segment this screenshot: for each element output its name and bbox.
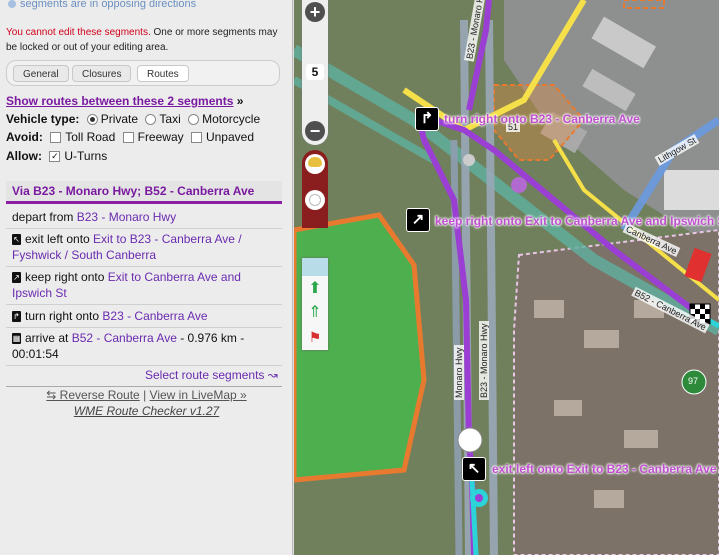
zoom-control: + 5 − [302,0,328,145]
route-step: ▦ arrive at B52 - Canberra Ave - 0.976 km… [6,327,282,366]
map-view[interactable]: Canberra Ave B52 - Canberra Ave B23 - Mo… [294,0,719,555]
route-links: ⇆ Reverse Route | View in LiveMap » [0,388,292,402]
checkbox-unpaved[interactable] [190,132,202,144]
radio-private[interactable] [86,114,98,126]
show-routes-suffix: » [233,94,244,108]
walking-people-icon[interactable]: ⚑ [305,328,325,346]
edit-warning-red: You cannot edit these segments. [6,27,151,38]
avoid-label: Avoid: [6,130,43,144]
radio-taxi-label: Taxi [159,112,181,126]
radio-private-label: Private [100,112,139,126]
tab-routes[interactable]: Routes [137,65,189,82]
step-text: turn right onto [25,309,103,323]
map-label-keep-right: keep right onto Exit to Canberra Ave and… [435,214,719,228]
vehicle-type-label: Vehicle type: [6,112,80,126]
reverse-route-link[interactable]: ⇆ Reverse Route [46,388,139,402]
radio-motorcycle-label: Motorcycle [202,112,261,126]
step-text: keep right onto [25,270,108,284]
show-routes-row: Show routes between these 2 segments » [6,94,243,108]
step-text: exit left onto [25,232,94,246]
step-link[interactable]: B52 - Canberra Ave [72,331,177,345]
zoom-out-button[interactable]: − [305,121,325,141]
checkbox-u-turns-label: U-Turns [64,149,108,163]
geolocate-icon[interactable] [305,190,325,210]
route-number-badge: 97 [688,376,699,386]
route-step: ↗ keep right onto Exit to Canberra Ave an… [6,266,282,305]
tab-general[interactable]: General [13,65,69,82]
step-link[interactable]: B23 - Monaro Hwy [77,210,176,224]
info-dot-icon [8,0,16,9]
route-step: ↱ turn right onto B23 - Canberra Ave [6,305,282,328]
step-text: arrive at [25,331,72,345]
direction-note: segments are in opposing directions [8,0,196,10]
select-route-segments-link[interactable]: Select route segments ↝ [145,368,278,382]
route-step: ↖ exit left onto Exit to B23 - Canberra A… [6,228,282,267]
zoom-level: 5 [306,64,324,80]
zoom-in-button[interactable]: + [305,2,325,22]
street-view-icon[interactable] [305,154,325,174]
divider [6,386,282,387]
allow-label: Allow: [6,149,42,163]
tab-bar: General Closures Routes [6,60,280,86]
arrow-up-icon[interactable]: ⬆ [305,280,325,298]
route-title[interactable]: Via B23 - Monaro Hwy; B52 - Canberra Ave [6,181,282,204]
link-separator: | [139,388,150,402]
checkbox-unpaved-label: Unpaved [205,130,255,144]
avoid-row: Avoid: Toll Road Freeway Unpaved [6,130,254,144]
keep-right-icon[interactable]: ↗ [406,208,430,232]
street-label: B23 - Monaro Hwy [479,321,489,400]
checkbox-toll-road-label: Toll Road [65,130,116,144]
exit-left-icon[interactable]: ↖ [462,457,486,481]
show-routes-link[interactable]: Show routes between these 2 segments [6,94,233,108]
checkbox-u-turns[interactable]: ✓ [49,151,61,163]
edit-warning: You cannot edit these segments. One or m… [6,25,286,55]
route-checker-version-link[interactable]: WME Route Checker v1.27 [0,404,292,418]
allow-row: Allow: ✓ U-Turns [6,149,107,163]
segment-side-panel: segments are in opposing directions You … [0,0,293,555]
camera-controls [302,150,328,228]
view-livemap-link[interactable]: View in LiveMap » [150,388,247,402]
layer-switcher: ⬆ ⇑ ⚑ [302,258,328,350]
layer-thumb-icon[interactable] [302,258,328,276]
route-step: depart from B23 - Monaro Hwy [6,206,282,229]
turn-right-icon: ↱ [12,311,21,323]
street-label: Monaro Hwy [454,345,464,400]
vehicle-type-row: Vehicle type: Private Taxi Motorcycle [6,112,260,126]
step-text: depart from [12,210,77,224]
tab-closures[interactable]: Closures [72,65,132,82]
radio-motorcycle[interactable] [188,114,200,126]
keep-right-icon: ↗ [12,272,21,284]
direction-note-text: segments are in opposing directions [20,0,197,10]
finish-flag-icon: ▦ [12,333,21,345]
radio-taxi[interactable] [145,114,157,126]
checkbox-freeway[interactable] [122,132,134,144]
turn-right-icon[interactable]: ↱ [415,107,439,131]
double-arrow-icon[interactable]: ⇑ [305,304,325,322]
exit-left-icon: ↖ [12,234,21,246]
checkbox-freeway-label: Freeway [137,130,184,144]
step-link[interactable]: B23 - Canberra Ave [102,309,207,323]
checkbox-toll-road[interactable] [50,132,62,144]
map-label-turn-right: turn right onto B23 - Canberra Ave [444,112,640,126]
map-label-exit-left: exit left onto Exit to B23 - Canberra Av… [492,462,719,476]
